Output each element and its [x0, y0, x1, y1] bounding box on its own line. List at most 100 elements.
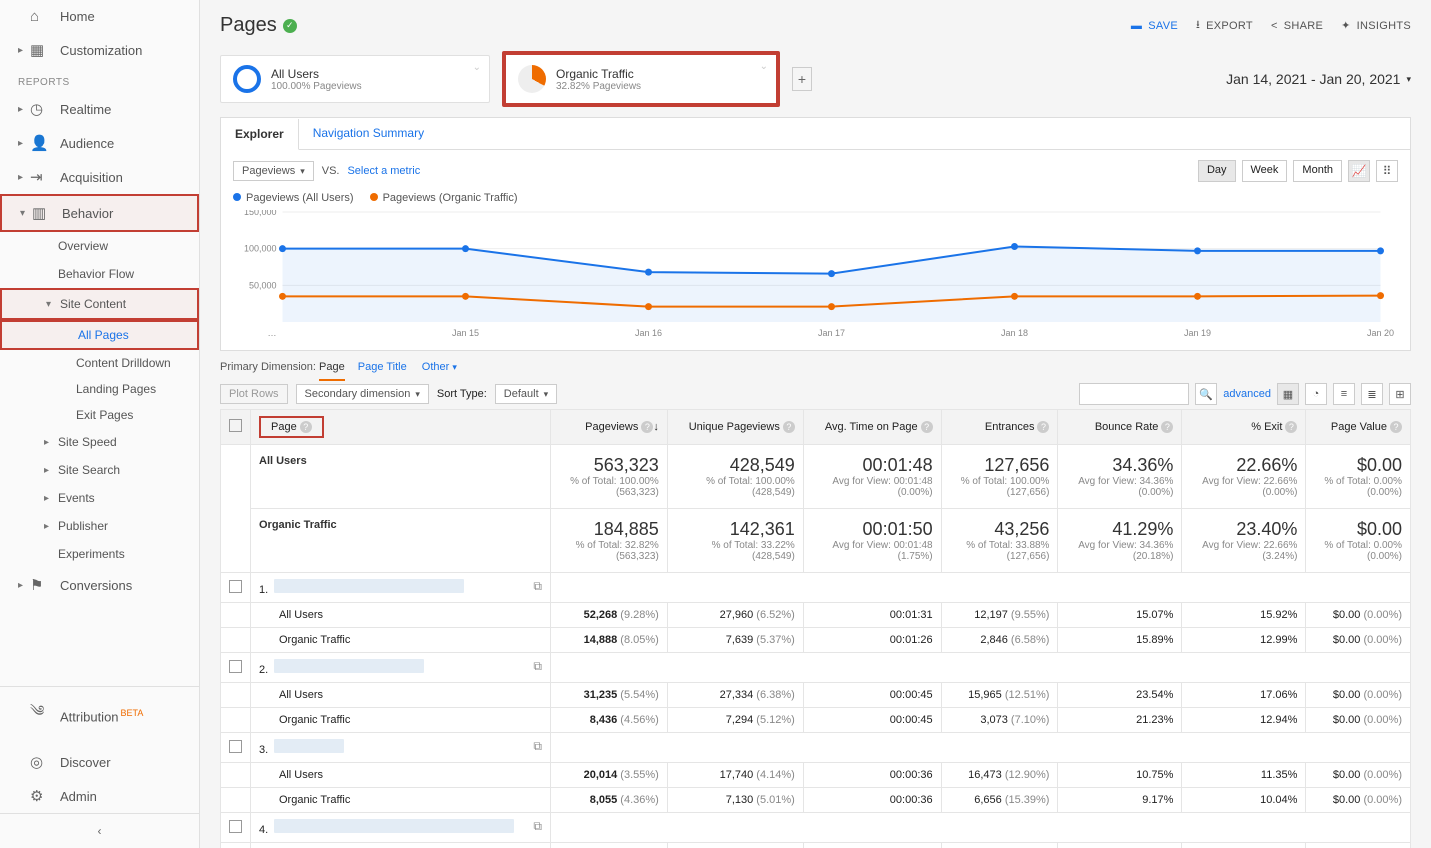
row-checkbox[interactable]	[229, 740, 242, 753]
nav-customization[interactable]: ▸▦ Customization	[0, 33, 199, 67]
chart-type-line[interactable]: 📈	[1348, 160, 1370, 182]
col-page[interactable]: Page?	[251, 410, 551, 445]
nav-attribution[interactable]: ༄AttributionBETA	[0, 687, 199, 745]
table-row: Organic Traffic 14,888 (8.05%) 7,639 (5.…	[221, 628, 1411, 653]
page-cell[interactable]: 1. ⧉	[251, 573, 551, 603]
segment-organic-traffic[interactable]: Organic Traffic32.82% Pageviews ⌄	[502, 51, 780, 107]
page-cell[interactable]: 4. ⧉	[251, 813, 551, 843]
col-exit[interactable]: % Exit?	[1182, 410, 1306, 445]
home-icon: ⌂	[30, 8, 48, 25]
save-icon: ▬	[1131, 20, 1142, 32]
nav-discover[interactable]: ◎Discover	[0, 745, 199, 779]
nav-behavior-flow[interactable]: Behavior Flow	[0, 260, 199, 288]
search-button[interactable]: 🔍	[1195, 383, 1217, 405]
nav-audience[interactable]: ▸👤Audience	[0, 126, 199, 160]
nav-exit-pages[interactable]: Exit Pages	[0, 402, 199, 428]
segment-label: All Users	[251, 603, 551, 628]
nav-landing-pages[interactable]: Landing Pages	[0, 376, 199, 402]
secondary-dimension-dropdown[interactable]: Secondary dimension▾	[296, 384, 429, 404]
nav-content-drilldown[interactable]: Content Drilldown	[0, 350, 199, 376]
view-performance[interactable]: ≡	[1333, 383, 1355, 405]
plot-rows-button[interactable]: Plot Rows	[220, 384, 288, 404]
segment-label: Organic Traffic	[251, 628, 551, 653]
select-metric-link[interactable]: Select a metric	[347, 165, 420, 177]
svg-text:Jan 20: Jan 20	[1367, 328, 1394, 338]
nav-home[interactable]: ⌂ Home	[0, 0, 199, 33]
nav-publisher[interactable]: ▸Publisher	[0, 512, 199, 540]
open-icon[interactable]: ⧉	[533, 579, 542, 594]
col-pageviews[interactable]: Pageviews? ↓	[551, 410, 668, 445]
nav-site-search[interactable]: ▸Site Search	[0, 456, 199, 484]
insights-button[interactable]: ✦INSIGHTS	[1341, 19, 1411, 32]
nav-site-speed[interactable]: ▸Site Speed	[0, 428, 199, 456]
tab-explorer[interactable]: Explorer	[221, 119, 299, 150]
dimension-other[interactable]: Other ▾	[422, 361, 457, 373]
sort-type-dropdown[interactable]: Default▾	[495, 384, 557, 404]
sidebar-collapse[interactable]: ‹	[0, 813, 199, 848]
nav-site-content[interactable]: ▾Site Content	[0, 288, 199, 320]
row-checkbox[interactable]	[229, 660, 242, 673]
nav-events[interactable]: ▸Events	[0, 484, 199, 512]
nav-experiments[interactable]: Experiments	[0, 540, 199, 568]
add-segment-button[interactable]: +	[792, 67, 812, 91]
select-all-checkbox[interactable]	[229, 419, 242, 432]
clock-icon: ◷	[30, 100, 48, 118]
row-checkbox[interactable]	[229, 580, 242, 593]
page-cell[interactable]: 2. ⧉	[251, 653, 551, 683]
tab-navigation-summary[interactable]: Navigation Summary	[299, 118, 438, 149]
nav-behavior-overview[interactable]: Overview	[0, 232, 199, 260]
segment-circle-organic	[518, 65, 546, 93]
chevron-down-icon[interactable]: ⌄	[473, 62, 481, 73]
segment-label: All Users	[251, 683, 551, 708]
table-row: All Users 52,268 (9.28%) 27,960 (6.52%) …	[221, 603, 1411, 628]
date-range-picker[interactable]: Jan 14, 2021 - Jan 20, 2021▾	[1226, 71, 1411, 87]
open-icon[interactable]: ⧉	[533, 819, 542, 834]
col-avgtime[interactable]: Avg. Time on Page?	[803, 410, 941, 445]
open-icon[interactable]: ⧉	[533, 739, 542, 754]
nav-acquisition[interactable]: ▸⇥Acquisition	[0, 160, 199, 194]
svg-text:Jan 19: Jan 19	[1184, 328, 1211, 338]
svg-text:Jan 16: Jan 16	[635, 328, 662, 338]
page-title: Pages	[220, 14, 277, 37]
svg-text:Jan 18: Jan 18	[1001, 328, 1028, 338]
verified-icon: ✓	[283, 19, 297, 33]
segment-all-users[interactable]: All Users100.00% Pageviews ⌄	[220, 55, 490, 103]
search-input[interactable]	[1079, 383, 1189, 405]
chevron-down-icon[interactable]: ⌄	[760, 61, 768, 72]
time-day[interactable]: Day	[1198, 160, 1236, 182]
svg-text:150,000: 150,000	[244, 210, 277, 217]
advanced-link[interactable]: advanced	[1223, 388, 1271, 400]
view-pivot[interactable]: ⊞	[1389, 383, 1411, 405]
view-comparison[interactable]: ≣	[1361, 383, 1383, 405]
dimension-page-title[interactable]: Page Title	[358, 361, 407, 373]
col-unique[interactable]: Unique Pageviews?	[667, 410, 803, 445]
nav-all-pages[interactable]: All Pages	[0, 320, 199, 350]
chart-type-motion[interactable]: ⠿	[1376, 160, 1398, 182]
nav-behavior[interactable]: ▾▥Behavior	[0, 194, 199, 232]
time-week[interactable]: Week	[1242, 160, 1288, 182]
gear-icon: ⚙	[30, 787, 48, 805]
nav-conversions[interactable]: ▸⚑Conversions	[0, 568, 199, 602]
save-button[interactable]: ▬SAVE	[1131, 20, 1178, 32]
view-pie[interactable]: ◔	[1305, 383, 1327, 405]
summary-label: All Users	[251, 445, 551, 509]
dimension-page[interactable]: Page	[319, 361, 345, 381]
view-table[interactable]: ▦	[1277, 383, 1299, 405]
dashboard-icon: ▦	[30, 41, 48, 59]
share-button[interactable]: <SHARE	[1271, 20, 1323, 32]
primary-dimension-label: Primary Dimension:	[220, 361, 316, 373]
row-checkbox[interactable]	[229, 820, 242, 833]
col-bounce[interactable]: Bounce Rate?	[1058, 410, 1182, 445]
svg-text:…: …	[268, 328, 277, 338]
col-entrances[interactable]: Entrances?	[941, 410, 1058, 445]
table-row: Organic Traffic 8,436 (4.56%) 7,294 (5.1…	[221, 708, 1411, 733]
metric-dropdown[interactable]: Pageviews▾	[233, 161, 314, 181]
time-month[interactable]: Month	[1293, 160, 1342, 182]
segment-circle-all	[233, 65, 261, 93]
nav-admin[interactable]: ⚙Admin	[0, 779, 199, 813]
col-value[interactable]: Page Value?	[1306, 410, 1411, 445]
open-icon[interactable]: ⧉	[533, 659, 542, 674]
page-cell[interactable]: 3. ⧉	[251, 733, 551, 763]
nav-realtime[interactable]: ▸◷Realtime	[0, 92, 199, 126]
export-button[interactable]: ⭳EXPORT	[1196, 16, 1253, 35]
